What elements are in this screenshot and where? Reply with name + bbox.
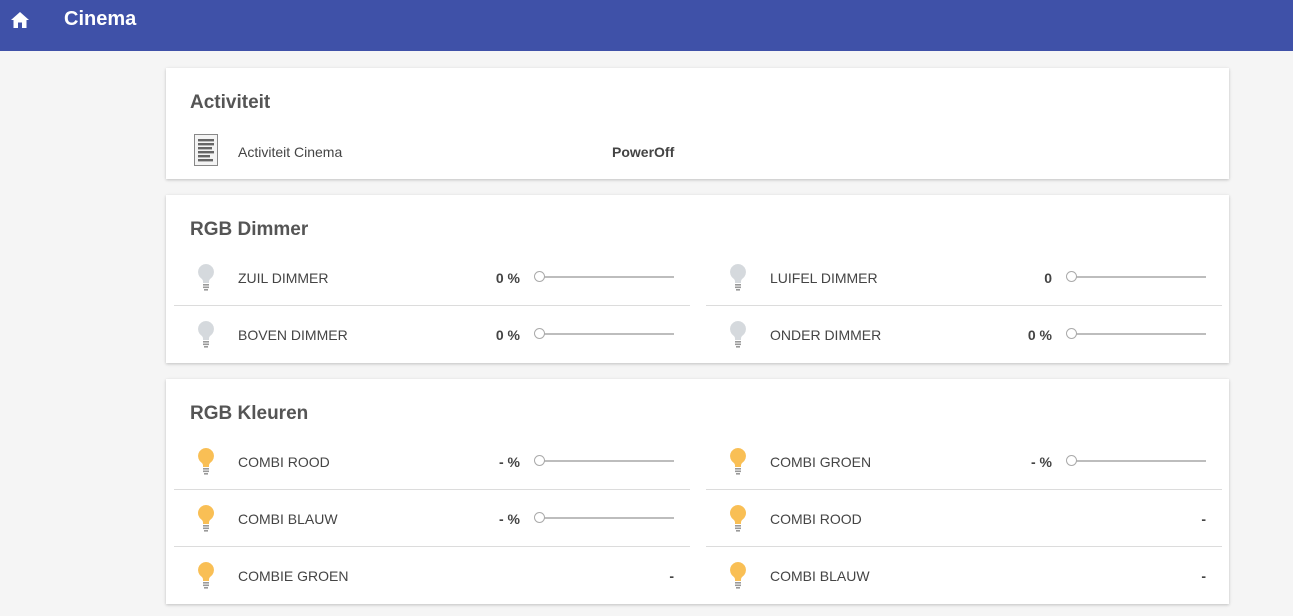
dimmer-label: BOVEN DIMMER [238,327,348,343]
slider-thumb[interactable] [1066,271,1077,282]
color-row: COMBI GROEN - % [706,433,1222,490]
lightbulb-off-icon [726,319,750,351]
dimmer-slider[interactable] [1066,270,1206,284]
lightbulb-on-icon [726,503,750,535]
slider-track [1076,276,1206,278]
slider-thumb[interactable] [534,455,545,466]
slider-track [1076,460,1206,462]
dimmer-slider[interactable] [1066,327,1206,341]
lightbulb-off-icon [194,262,218,294]
color-value: - [669,568,674,584]
slider-track [544,333,674,335]
slider-track [544,276,674,278]
dimmer-value: 0 % [495,327,520,343]
dimmer-slider[interactable] [534,270,674,284]
rgb-kleuren-card-title: RGB Kleuren [190,403,309,424]
rgb-kleuren-card: RGB Kleuren COMBI ROOD - % COMBI GROEN -… [166,379,1229,604]
activity-label: Activiteit Cinema [238,144,343,160]
lightbulb-off-icon [726,262,750,294]
color-value: - [1201,511,1206,527]
color-value: - % [499,511,520,527]
slider-thumb[interactable] [1066,328,1077,339]
slider-track [544,517,674,519]
document-icon [194,134,218,166]
color-row: COMBI ROOD - % [174,433,690,490]
lightbulb-on-icon [194,503,218,535]
home-icon[interactable] [10,10,30,30]
dimmer-slider[interactable] [534,327,674,341]
rgb-dimmer-card: RGB Dimmer ZUIL DIMMER 0 % LUIFEL DIMMER… [166,195,1229,363]
dimmer-value: 0 % [495,270,520,286]
color-label: COMBI GROEN [770,454,872,470]
slider-thumb[interactable] [534,271,545,282]
dimmer-value: 0 % [1027,327,1052,343]
slider-thumb[interactable] [534,512,545,523]
dimmer-value: 0 [1044,270,1052,286]
page-title: Cinema [64,8,137,30]
color-value: - [1201,568,1206,584]
dimmer-row: ONDER DIMMER 0 % [706,306,1222,363]
app-header: Cinema [0,0,1293,51]
dimmer-row: LUIFEL DIMMER 0 [706,249,1222,306]
color-label: COMBI BLAUW [770,568,870,584]
dimmer-row: ZUIL DIMMER 0 % [174,249,690,306]
slider-thumb[interactable] [1066,455,1077,466]
color-row: COMBI ROOD - [706,490,1222,547]
color-label: COMBI ROOD [238,454,330,470]
dimmer-row: BOVEN DIMMER 0 % [174,306,690,363]
color-label: COMBIE GROEN [238,568,349,584]
dimmer-label: ONDER DIMMER [770,327,882,343]
lightbulb-on-icon [194,446,218,478]
lightbulb-on-icon [726,560,750,592]
activity-value: PowerOff [612,144,675,160]
color-row: COMBI BLAUW - [706,547,1222,604]
lightbulb-on-icon [726,446,750,478]
activity-card-title: Activiteit [190,92,271,113]
color-value: - % [499,454,520,470]
slider-track [544,460,674,462]
color-slider[interactable] [534,454,674,468]
color-row: COMBI BLAUW - % [174,490,690,547]
slider-thumb[interactable] [534,328,545,339]
color-row: COMBIE GROEN - [174,547,690,604]
lightbulb-off-icon [194,319,218,351]
activity-card: Activiteit Activiteit Cinema PowerOff [166,68,1229,179]
dimmer-label: LUIFEL DIMMER [770,270,878,286]
rgb-dimmer-card-title: RGB Dimmer [190,219,309,240]
color-value: - % [1031,454,1052,470]
dimmer-label: ZUIL DIMMER [238,270,329,286]
slider-track [1076,333,1206,335]
color-slider[interactable] [534,511,674,525]
color-slider[interactable] [1066,454,1206,468]
lightbulb-on-icon [194,560,218,592]
color-label: COMBI ROOD [770,511,862,527]
color-label: COMBI BLAUW [238,511,338,527]
